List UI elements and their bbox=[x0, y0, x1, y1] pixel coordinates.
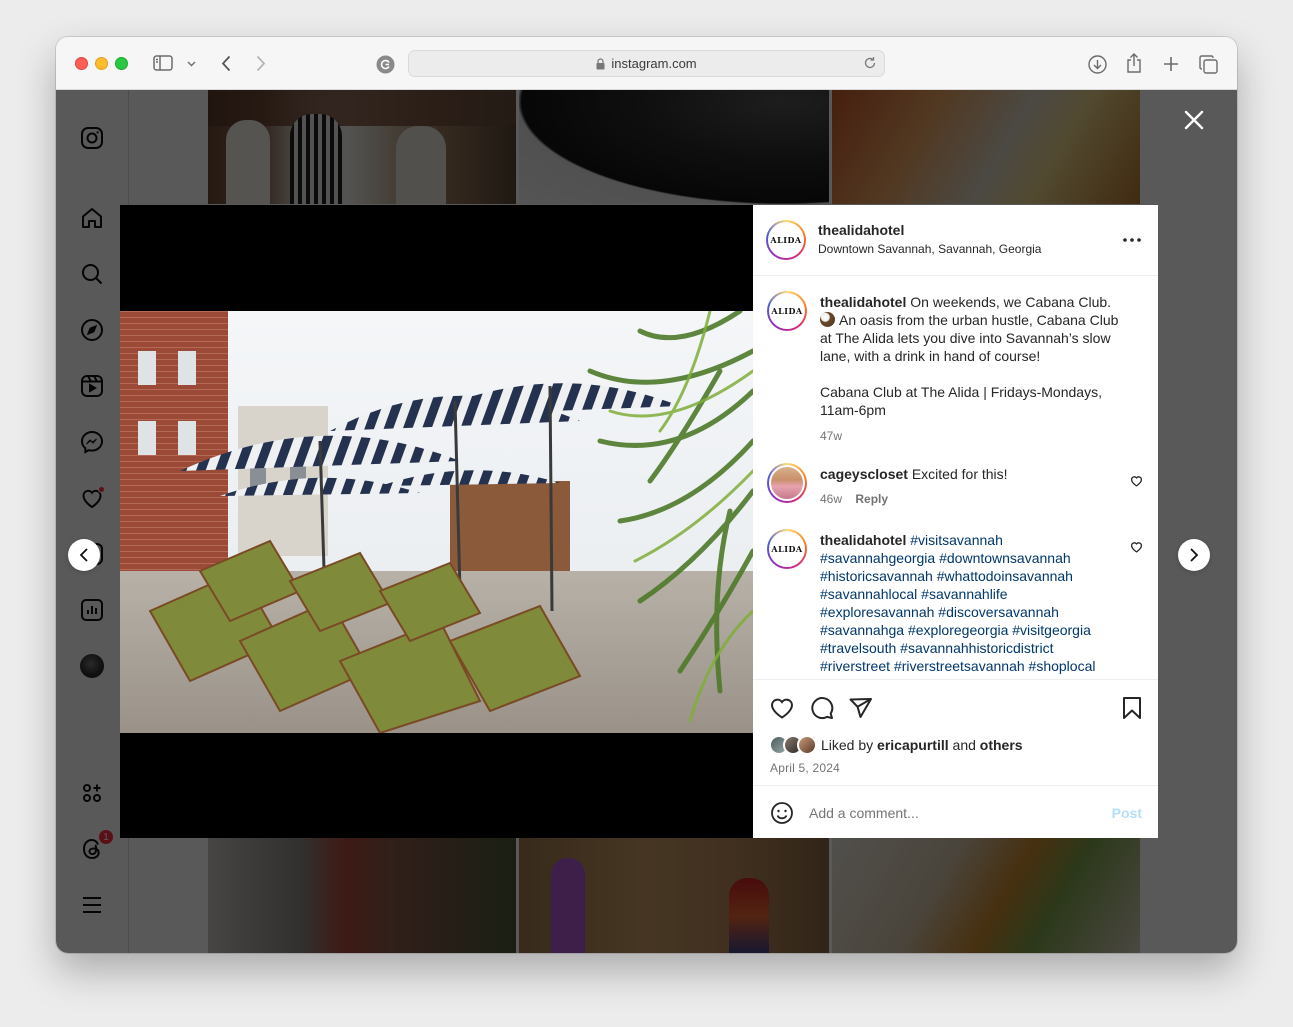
caption-line-3: Cabana Club at The Alida | Fridays-Monda… bbox=[820, 384, 1102, 418]
url-text: instagram.com bbox=[611, 56, 697, 71]
close-modal-icon[interactable] bbox=[1180, 106, 1208, 134]
chevron-left-icon bbox=[80, 548, 88, 562]
downloads-icon[interactable] bbox=[1086, 53, 1108, 75]
caption-line-2: An oasis from the urban hustle, Cabana C… bbox=[820, 312, 1119, 364]
minimize-window-button[interactable] bbox=[95, 57, 108, 70]
address-bar[interactable]: instagram.com bbox=[408, 50, 885, 77]
liked-by-others[interactable]: others bbox=[980, 737, 1023, 753]
comment-username[interactable]: thealidahotel bbox=[820, 532, 906, 548]
caption-username[interactable]: thealidahotel bbox=[820, 294, 906, 310]
liked-by-user[interactable]: ericapurtill bbox=[877, 737, 949, 753]
sidebar-toggle-icon[interactable] bbox=[152, 53, 174, 73]
post-date[interactable]: April 5, 2024 bbox=[770, 761, 840, 775]
browser-toolbar: instagram.com bbox=[56, 37, 1237, 90]
post-details-panel: ALIDA thealidahotel Downtown Savannah, S… bbox=[753, 205, 1158, 838]
lock-icon bbox=[596, 57, 605, 70]
previous-post-button[interactable] bbox=[68, 539, 100, 571]
pool-cabana-photo bbox=[120, 311, 753, 733]
commenter-avatar[interactable]: ALIDA bbox=[767, 529, 807, 569]
comment-time: 46w bbox=[820, 492, 843, 506]
share-icon[interactable] bbox=[1123, 51, 1145, 75]
post-actions: Liked by ericapurtill and others April 5… bbox=[753, 679, 1158, 786]
likes-summary[interactable]: Liked by ericapurtill and others bbox=[769, 735, 1023, 755]
emoji-icon[interactable] bbox=[769, 800, 795, 826]
comment-hashtags[interactable]: #visitsavannah #savannahgeorgia #downtow… bbox=[820, 532, 1095, 679]
like-heart-icon[interactable] bbox=[769, 695, 795, 721]
save-bookmark-icon[interactable] bbox=[1119, 695, 1145, 721]
author-username[interactable]: thealidahotel bbox=[818, 222, 1041, 238]
add-comment-input[interactable] bbox=[809, 801, 1099, 825]
post-caption: ALIDA thealidahotel On weekends, we Caba… bbox=[767, 291, 1144, 451]
comment-item: ALIDA thealidahotel #visitsavannah #sava… bbox=[767, 529, 1144, 679]
caption-time: 47w bbox=[820, 429, 843, 443]
add-comment-bar: Post bbox=[753, 787, 1158, 838]
reply-button[interactable]: Reply bbox=[855, 492, 888, 506]
post-comment-button[interactable]: Post bbox=[1112, 805, 1142, 821]
liker-avatars bbox=[769, 735, 821, 755]
chevron-down-icon[interactable] bbox=[184, 57, 198, 71]
post-modal: ALIDA thealidahotel Downtown Savannah, S… bbox=[120, 205, 1158, 838]
like-comment-heart-icon[interactable] bbox=[1130, 474, 1144, 488]
post-location[interactable]: Downtown Savannah, Savannah, Georgia bbox=[818, 242, 1041, 256]
comment-body: Excited for this! bbox=[911, 466, 1008, 482]
caption-text: thealidahotel On weekends, we Cabana Clu… bbox=[820, 293, 1130, 445]
comments-list[interactable]: ALIDA thealidahotel On weekends, we Caba… bbox=[753, 277, 1158, 679]
caption-author-avatar[interactable]: ALIDA bbox=[767, 291, 807, 331]
close-window-button[interactable] bbox=[75, 57, 88, 70]
post-media[interactable] bbox=[120, 205, 753, 838]
tab-overview-icon[interactable] bbox=[1197, 53, 1219, 75]
comment-item: cageyscloset Excited for this! 46w Reply bbox=[767, 463, 1144, 515]
reload-icon[interactable] bbox=[863, 56, 877, 70]
next-post-button[interactable] bbox=[1178, 539, 1210, 571]
author-avatar[interactable]: ALIDA bbox=[766, 220, 806, 260]
post-photo bbox=[120, 311, 753, 733]
liked-by-middle: and bbox=[952, 737, 976, 753]
comment-bubble-icon[interactable] bbox=[809, 695, 835, 721]
comment-username[interactable]: cageyscloset bbox=[820, 466, 908, 482]
comment-text: cageyscloset Excited for this! 46w Reply bbox=[820, 465, 1122, 508]
site-favicon-icon bbox=[375, 54, 395, 74]
post-header: ALIDA thealidahotel Downtown Savannah, S… bbox=[753, 205, 1158, 276]
coconut-emoji-icon bbox=[820, 312, 835, 327]
forward-icon[interactable] bbox=[252, 53, 270, 73]
comment-text: thealidahotel #visitsavannah #savannahge… bbox=[820, 531, 1114, 679]
chevron-right-icon bbox=[1190, 548, 1198, 562]
browser-window: instagram.com ALIDA thealidahotel Downto… bbox=[56, 37, 1237, 953]
liked-by-prefix: Liked by bbox=[821, 737, 874, 753]
like-comment-heart-icon[interactable] bbox=[1130, 540, 1144, 554]
caption-line-1: On weekends, we Cabana Club. bbox=[910, 294, 1112, 310]
alida-logo-text: ALIDA bbox=[770, 235, 802, 245]
back-icon[interactable] bbox=[217, 53, 235, 73]
new-tab-icon[interactable] bbox=[1160, 53, 1182, 75]
share-paper-plane-icon[interactable] bbox=[848, 695, 874, 721]
more-options-icon[interactable] bbox=[1120, 232, 1144, 248]
commenter-avatar[interactable] bbox=[767, 463, 807, 503]
page-content: 1 bbox=[56, 90, 1237, 953]
zoom-window-button[interactable] bbox=[115, 57, 128, 70]
